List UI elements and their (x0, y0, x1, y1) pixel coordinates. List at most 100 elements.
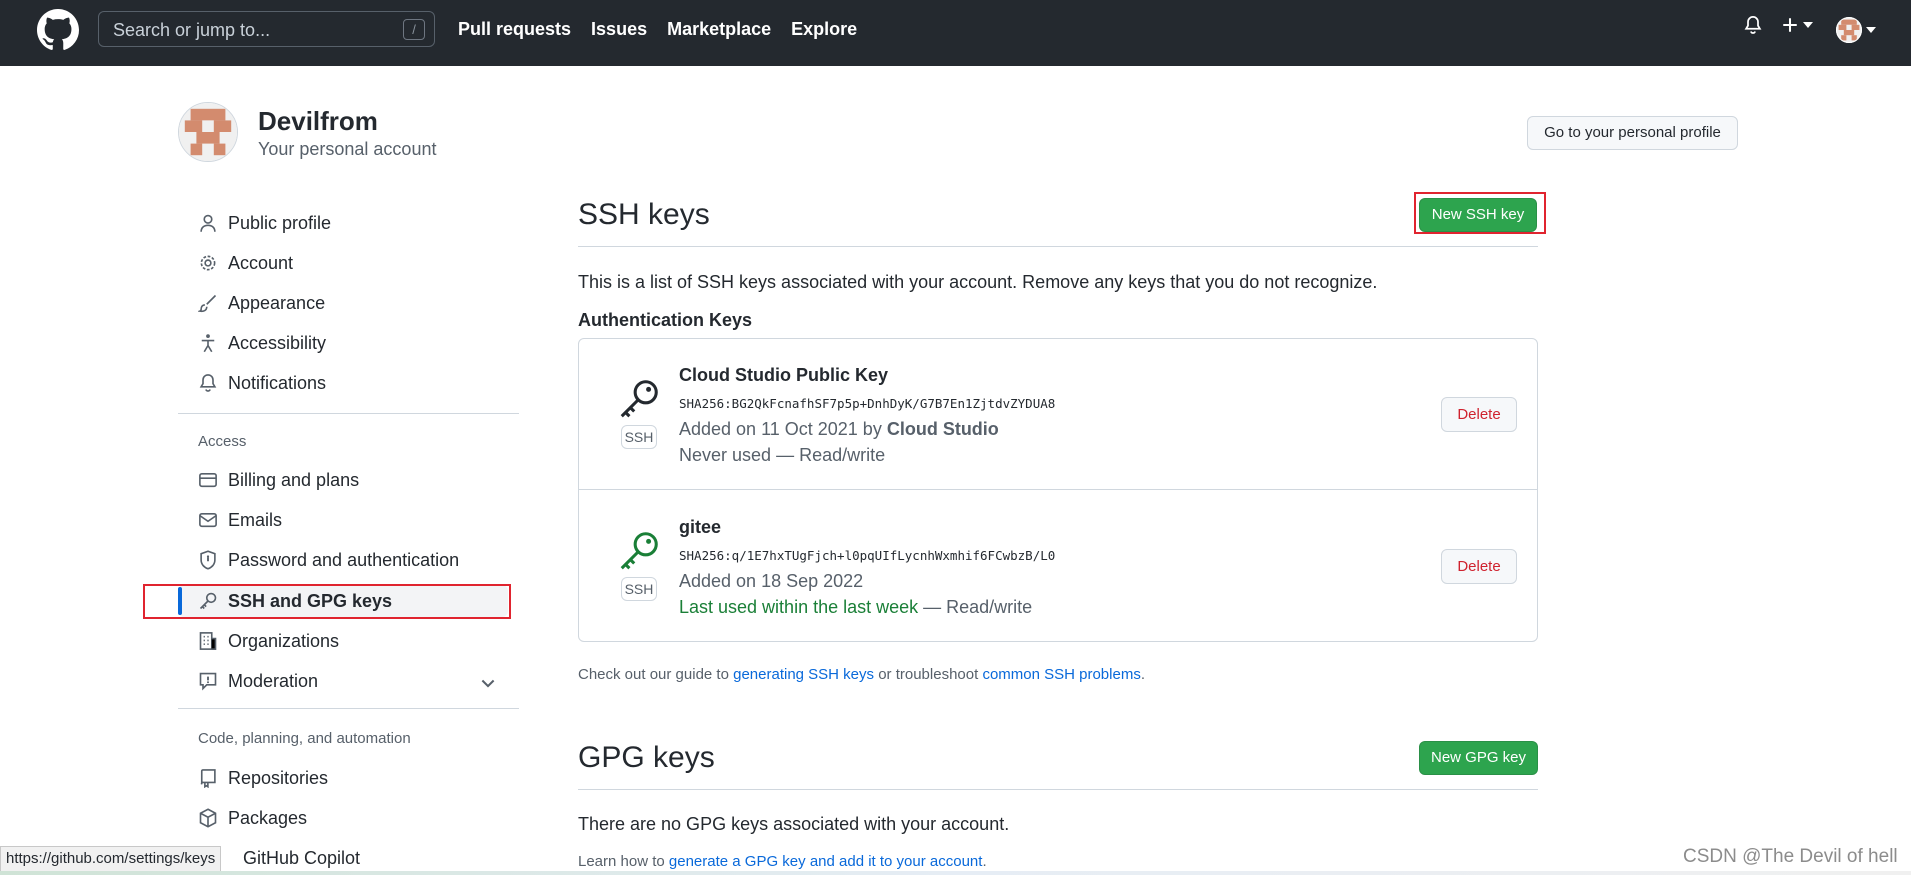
sidebar-item-moderation[interactable]: Moderation (198, 666, 318, 696)
sidebar-item-label: Public profile (228, 212, 332, 233)
account-subtitle: Your personal account (258, 139, 437, 159)
sidebar-item-copilot[interactable]: GitHub Copilot (243, 848, 360, 869)
sidebar-item-label: Organizations (228, 630, 340, 651)
authentication-keys-heading: Authentication Keys (578, 310, 753, 330)
new-gpg-key-button[interactable]: New GPG key (1419, 741, 1538, 775)
ssh-key-usage: Never used — Read/write (679, 445, 885, 466)
slash-shortcut-badge: / (403, 19, 425, 40)
ssh-key-added: Added on 18 Sep 2022 (679, 571, 864, 591)
ssh-key-access: — Read/write (771, 445, 886, 465)
top-nav: Search or jump to... / Pull requests Iss… (0, 0, 1911, 66)
nav-link-marketplace[interactable]: Marketplace (667, 19, 771, 40)
credit-card-icon (199, 472, 217, 488)
sidebar-item-packages[interactable]: Packages (198, 803, 307, 833)
sidebar-item-emails[interactable]: Emails (198, 505, 282, 535)
nav-link-explore[interactable]: Explore (791, 19, 857, 40)
shield-icon (200, 550, 216, 570)
key-icon (620, 532, 658, 570)
ssh-guide-note: Check out our guide to generating SSH ke… (578, 666, 1145, 683)
github-logo-icon[interactable] (37, 9, 79, 51)
ssh-key-added-by: Cloud Studio (886, 419, 999, 439)
status-bar-url: https://github.com/settings/keys (0, 846, 222, 872)
ssh-key-added-date: Added on 11 Oct 2021 by (679, 419, 887, 439)
chevron-down-icon[interactable] (478, 673, 498, 693)
sidebar-item-appearance[interactable]: Appearance (198, 288, 325, 318)
user-menu-dropdown[interactable] (1836, 17, 1876, 43)
watermark-text: CSDN @The Devil of hell (1683, 846, 1898, 867)
ssh-badge: SSH (621, 425, 657, 449)
repo-icon (200, 769, 216, 788)
package-icon (199, 808, 217, 828)
delete-key-button[interactable]: Delete (1441, 549, 1517, 584)
notification-bell-icon[interactable] (1743, 14, 1763, 36)
search-input[interactable]: Search or jump to... / (98, 11, 435, 47)
ssh-key-access: — Read/write (918, 597, 1033, 617)
sidebar-divider (178, 708, 519, 709)
create-new-dropdown[interactable] (1781, 16, 1813, 34)
ssh-key-title: gitee (679, 517, 722, 537)
sidebar-item-label: GitHub Copilot (243, 848, 361, 868)
key-separator (578, 489, 1538, 490)
no-gpg-keys-text: There are no GPG keys associated with yo… (578, 814, 1010, 834)
generating-ssh-keys-link[interactable]: generating SSH keys (733, 666, 874, 683)
sidebar-item-label: Repositories (228, 767, 329, 788)
sidebar-item-label: Moderation (228, 670, 319, 691)
ssh-intro-text: This is a list of SSH keys associated wi… (578, 272, 1378, 292)
generate-gpg-key-link[interactable]: generate a GPG key and add it to your ac… (669, 853, 983, 870)
account-name[interactable]: Devilfrom (258, 106, 378, 137)
guide-prefix: Check out our guide to (578, 666, 734, 683)
bell-icon (199, 374, 217, 392)
sidebar-item-repositories[interactable]: Repositories (198, 763, 328, 793)
sidebar-item-label: Password and authentication (228, 549, 460, 570)
caret-down-icon (1803, 22, 1813, 28)
sidebar-item-organizations[interactable]: Organizations (198, 626, 339, 656)
ssh-keys-heading: SSH keys (578, 198, 710, 231)
sidebar-divider (178, 413, 519, 414)
organization-icon (199, 632, 217, 650)
person-icon (200, 214, 216, 232)
sidebar-item-account[interactable]: Account (198, 248, 293, 278)
sidebar-item-label: Appearance (228, 292, 326, 313)
sidebar-item-public-profile[interactable]: Public profile (198, 208, 331, 238)
delete-key-button[interactable]: Delete (1441, 397, 1517, 432)
accessibility-icon (201, 334, 215, 353)
report-icon (199, 672, 217, 691)
sidebar-item-label: Packages (228, 807, 308, 828)
highlight-annotation-box (143, 584, 511, 619)
common-ssh-problems-link[interactable]: common SSH problems (982, 666, 1140, 683)
search-placeholder: Search or jump to... (113, 20, 271, 40)
sidebar-item-label: Notifications (228, 372, 327, 393)
nav-link-issues[interactable]: Issues (591, 19, 647, 40)
sidebar-item-label: Accessibility (228, 332, 327, 353)
go-to-profile-button[interactable]: Go to your personal profile (1527, 116, 1738, 150)
ssh-key-usage: Last used within the last week — Read/wr… (679, 597, 1032, 618)
paintbrush-icon (198, 294, 217, 313)
nav-link-pull-requests[interactable]: Pull requests (458, 19, 571, 40)
gpg-keys-heading: GPG keys (578, 741, 715, 774)
plus-icon (1783, 18, 1797, 32)
guide-mid: or troubleshoot (874, 666, 983, 683)
key-icon (620, 380, 658, 418)
mail-icon (199, 512, 217, 528)
bottom-strip (0, 871, 1911, 875)
sidebar-item-label: Account (228, 252, 294, 273)
sidebar-item-password-auth[interactable]: Password and authentication (198, 545, 459, 575)
sidebar-section-code: Code, planning, and automation (198, 730, 411, 747)
sidebar-item-label: Billing and plans (228, 469, 360, 490)
learn-suffix: . (982, 853, 987, 870)
ssh-key-title: Cloud Studio Public Key (679, 365, 889, 385)
sidebar-item-notifications[interactable]: Notifications (198, 368, 326, 398)
sidebar-section-access: Access (198, 433, 247, 450)
ssh-key-added: Added on 11 Oct 2021 by Cloud Studio (679, 419, 999, 440)
section-divider (578, 246, 1538, 247)
guide-suffix: . (1140, 666, 1145, 683)
gpg-learn-note: Learn how to generate a GPG key and add … (578, 853, 987, 870)
ssh-key-last-used: Never used (679, 445, 772, 465)
account-avatar[interactable] (178, 102, 238, 162)
sidebar-item-label: Emails (228, 509, 283, 530)
ssh-key-fingerprint: SHA256:BG2QkFcnafhSF7p5p+DnhDyK/G7B7En1Z… (679, 396, 1056, 411)
sidebar-item-billing[interactable]: Billing and plans (198, 465, 359, 495)
sidebar-item-accessibility[interactable]: Accessibility (198, 328, 326, 358)
gear-icon (200, 255, 216, 271)
learn-prefix: Learn how to (578, 853, 669, 870)
